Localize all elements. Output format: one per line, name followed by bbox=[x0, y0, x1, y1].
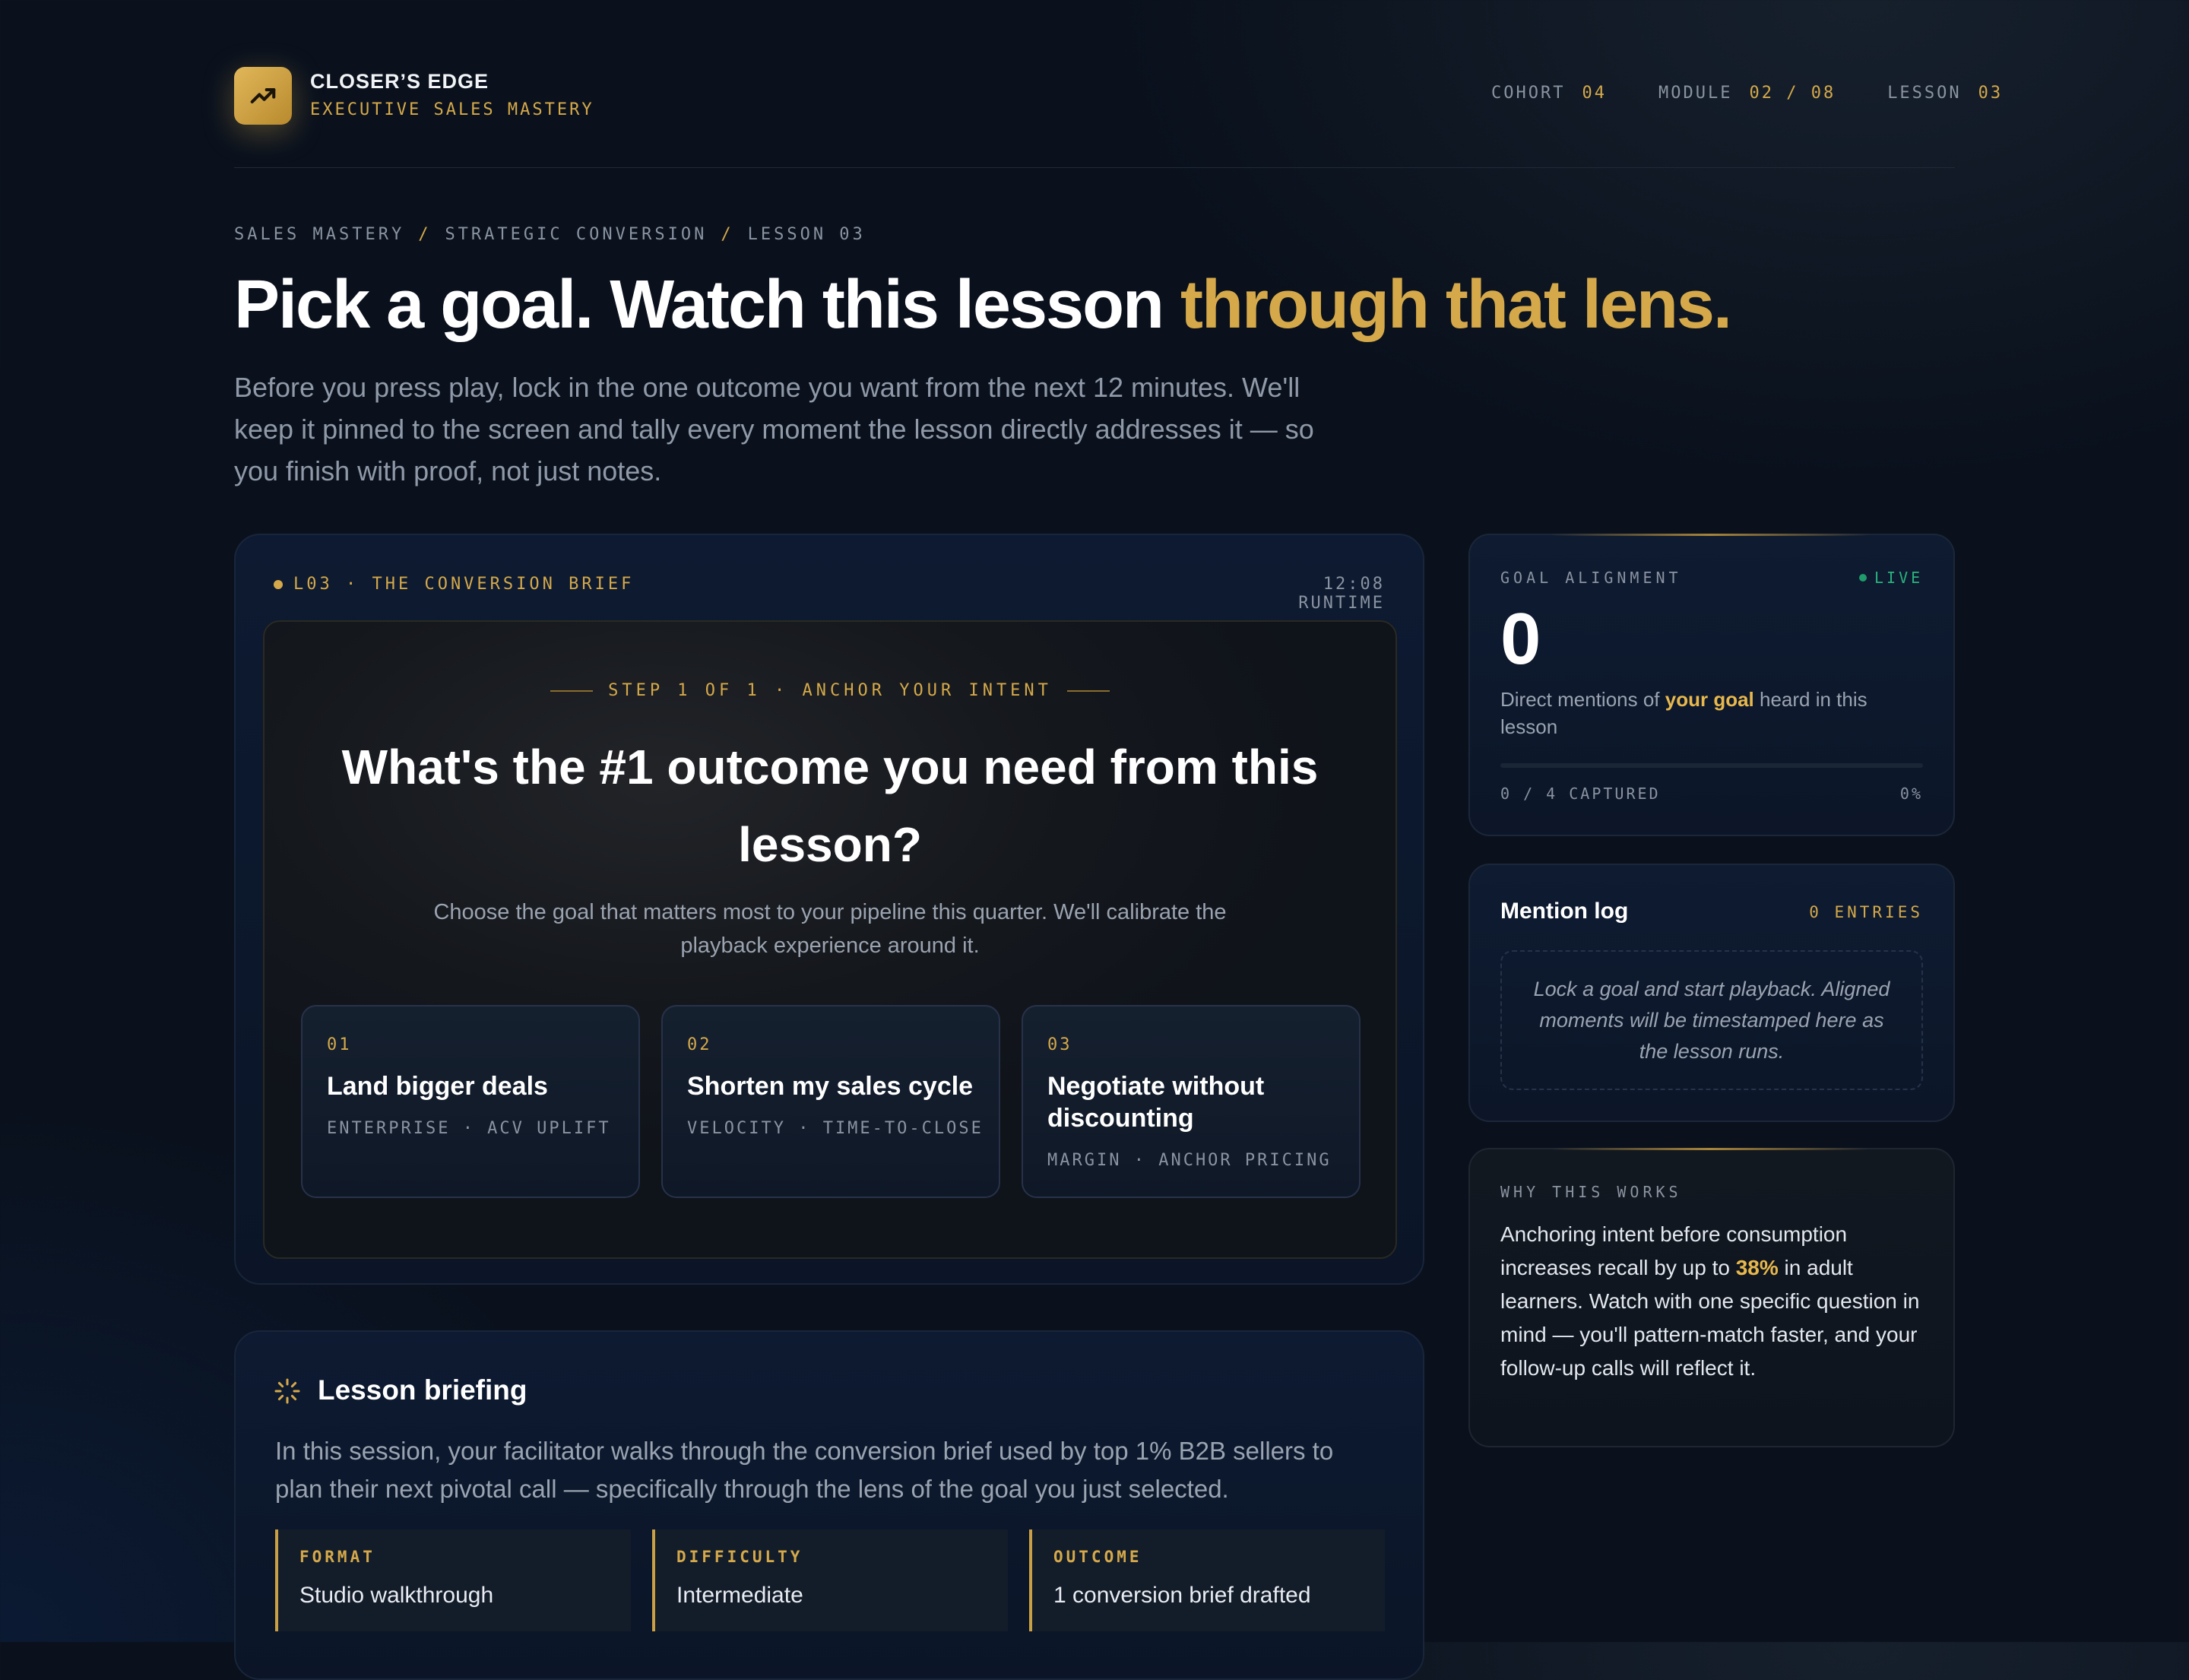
briefing-difficulty: DIFFICULTY Intermediate bbox=[652, 1529, 1008, 1631]
goal-option-card[interactable]: 03 Negotiate without discounting MARGIN … bbox=[1022, 1005, 1361, 1198]
page-title: Pick a goal. Watch this lesson through t… bbox=[234, 266, 1732, 344]
goal-option-tags: MARGIN · ANCHOR PRICING bbox=[1047, 1151, 1332, 1170]
brand-logo bbox=[234, 67, 292, 125]
goal-option-number: 03 bbox=[1047, 1035, 1072, 1054]
live-dot-icon bbox=[1859, 574, 1867, 582]
goal-option-title: Negotiate without discounting bbox=[1047, 1072, 1265, 1133]
briefing-title: Lesson briefing bbox=[318, 1374, 527, 1406]
page-lead: Before you press play, lock in the one o… bbox=[234, 372, 1314, 487]
goal-option-tags: ENTERPRISE · ACV UPLIFT bbox=[327, 1119, 611, 1138]
goal-alignment-label: GOAL ALIGNMENT bbox=[1500, 569, 1682, 587]
info-label: OUTCOME bbox=[1053, 1548, 1142, 1566]
course-meta: COHORT 04 MODULE 02 / 08 LESSON 03 bbox=[1491, 84, 2003, 103]
goal-option-title: Shorten my sales cycle bbox=[687, 1072, 974, 1101]
briefing-text: In this session, your facilitator walks … bbox=[275, 1437, 1334, 1503]
meta-lesson-label: LESSON bbox=[1887, 84, 1962, 103]
breadcrumb-separator: / bbox=[418, 225, 432, 244]
info-value: Intermediate bbox=[676, 1583, 803, 1608]
goal-question-subtitle: Choose the goal that matters most to you… bbox=[433, 900, 1227, 958]
info-label: DIFFICULTY bbox=[676, 1548, 803, 1566]
step-label: STEP 1 OF 1 · ANCHOR YOUR INTENT bbox=[608, 681, 1052, 700]
info-value: 1 conversion brief drafted bbox=[1053, 1583, 1311, 1608]
lesson-tag-label: L03 · THE CONVERSION BRIEF bbox=[293, 575, 635, 594]
lesson-runtime: 12:08 RUNTIME bbox=[1298, 575, 1385, 613]
live-label: LIVE bbox=[1874, 569, 1924, 587]
breadcrumb-item[interactable]: SALES MASTERY bbox=[234, 225, 404, 244]
mention-log-title: Mention log bbox=[1500, 899, 1629, 924]
goal-option-card[interactable]: 02 Shorten my sales cycle VELOCITY · TIM… bbox=[661, 1005, 1000, 1198]
why-stat: 38% bbox=[1735, 1256, 1779, 1279]
meta-module-label: MODULE bbox=[1658, 84, 1733, 103]
header-divider bbox=[234, 167, 1955, 168]
goal-question: What's the #1 outcome you need from this… bbox=[341, 740, 1319, 872]
step-line-right bbox=[1066, 690, 1110, 692]
briefing-outcome: OUTCOME 1 conversion brief drafted bbox=[1029, 1529, 1385, 1631]
info-value: Studio walkthrough bbox=[299, 1583, 494, 1608]
goal-option-number: 01 bbox=[327, 1035, 352, 1054]
capture-progress-bar bbox=[1500, 763, 1923, 768]
why-label: WHY THIS WORKS bbox=[1500, 1183, 1682, 1201]
meta-lesson-value: 03 bbox=[1978, 84, 2004, 103]
step-indicator: STEP 1 OF 1 · ANCHOR YOUR INTENT bbox=[263, 681, 1397, 700]
loader-icon bbox=[274, 1378, 300, 1404]
card-accent-line bbox=[1551, 534, 1870, 536]
goal-option-tags: VELOCITY · TIME-TO-CLOSE bbox=[687, 1119, 984, 1138]
desc-highlight: your goal bbox=[1665, 688, 1754, 711]
goal-alignment-description: Direct mentions of your goal heard in th… bbox=[1500, 686, 1926, 740]
captured-count: 0 / 4 CAPTURED bbox=[1500, 785, 1661, 803]
goal-option-number: 02 bbox=[687, 1035, 712, 1054]
breadcrumb-item[interactable]: STRATEGIC CONVERSION bbox=[445, 225, 707, 244]
info-label: FORMAT bbox=[299, 1548, 375, 1566]
goal-option-title: Land bigger deals bbox=[327, 1072, 548, 1101]
breadcrumb-item: LESSON 03 bbox=[747, 225, 866, 244]
trending-up-icon bbox=[250, 88, 276, 103]
brand-name: CLOSER’S EDGE bbox=[310, 70, 489, 93]
mention-count: 0 bbox=[1500, 598, 1541, 680]
mention-log-count: 0 ENTRIES bbox=[1809, 903, 1923, 921]
goal-option-card[interactable]: 01 Land bigger deals ENTERPRISE · ACV UP… bbox=[301, 1005, 640, 1198]
meta-cohort-label: COHORT bbox=[1491, 84, 1566, 103]
briefing-format: FORMAT Studio walkthrough bbox=[275, 1529, 631, 1631]
live-badge: LIVE bbox=[1859, 569, 1923, 587]
meta-module-value: 02 / 08 bbox=[1749, 84, 1836, 103]
status-dot-icon bbox=[274, 579, 283, 589]
brand-subtitle: EXECUTIVE SALES MASTERY bbox=[310, 100, 594, 119]
step-line-left bbox=[550, 690, 594, 692]
breadcrumb: SALES MASTERY / STRATEGIC CONVERSION / L… bbox=[234, 225, 866, 244]
desc-prefix: Direct mentions of bbox=[1500, 688, 1665, 711]
mention-log-empty-state: Lock a goal and start playback. Aligned … bbox=[1500, 950, 1923, 1090]
breadcrumb-separator: / bbox=[721, 225, 734, 244]
page-title-main: Pick a goal. Watch this lesson bbox=[234, 267, 1164, 343]
page-title-highlight: through that lens. bbox=[1180, 267, 1732, 343]
captured-percent: 0% bbox=[1899, 785, 1923, 803]
lesson-tag: L03 · THE CONVERSION BRIEF bbox=[274, 575, 634, 594]
meta-cohort-value: 04 bbox=[1582, 84, 1607, 103]
why-text: Anchoring intent before consumption incr… bbox=[1500, 1218, 1931, 1385]
card-accent-line bbox=[1551, 1148, 1870, 1150]
